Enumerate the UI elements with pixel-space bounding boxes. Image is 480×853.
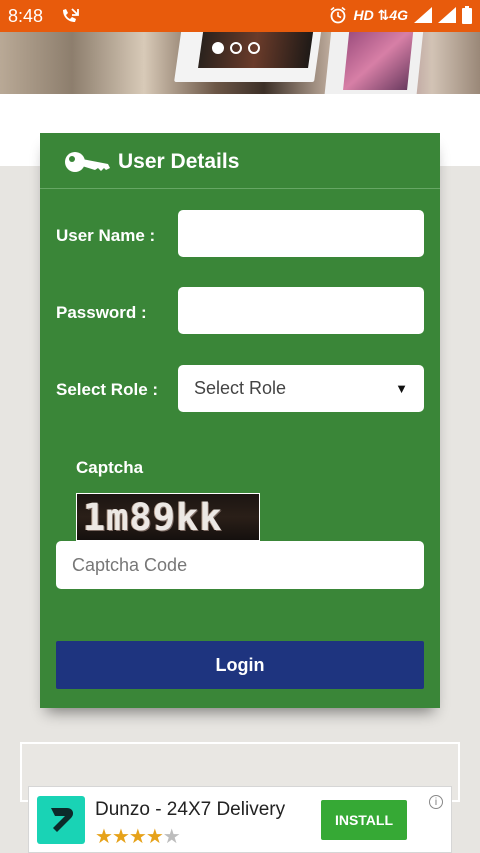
role-select-value: Select Role (194, 378, 287, 398)
info-icon[interactable]: i (429, 795, 443, 809)
rating-stars: ★★★★★ (95, 824, 181, 849)
captcha-code-placeholder: Captcha Code (72, 554, 188, 575)
banner-photo-frame (324, 32, 424, 94)
ad-banner[interactable]: Dunzo - 24X7 Delivery ★★★★★ INSTALL i (28, 786, 452, 853)
user-details-panel: User Details User Name : Password : Sele… (40, 133, 440, 708)
banner-photo-frame (174, 32, 322, 82)
carousel-dot-active[interactable] (212, 42, 224, 54)
star-icon: ★ (145, 826, 164, 848)
install-button[interactable]: INSTALL (321, 800, 407, 840)
star-icon: ★ (128, 826, 147, 848)
app-logo-icon (51, 808, 74, 832)
signal-icon (414, 7, 432, 23)
captcha-text: 1m89kk (83, 495, 223, 539)
battery-icon (462, 6, 472, 24)
signal-icon (438, 7, 456, 23)
captcha-image: 1m89kk (76, 493, 260, 541)
role-select[interactable]: Select Role ▼ (178, 365, 424, 412)
alarm-icon (330, 6, 346, 24)
password-label: Password : (56, 303, 147, 322)
carousel-dot[interactable] (230, 42, 242, 54)
star-icon: ★ (111, 826, 130, 848)
banner-carousel[interactable] (0, 32, 480, 94)
status-bar: 8:48 HD ⇅4G (0, 0, 480, 32)
network-label: HD ⇅4G (353, 6, 408, 23)
login-button[interactable]: Login (56, 641, 424, 689)
carousel-indicators (212, 42, 260, 54)
dunzo-logo (37, 796, 85, 844)
captcha-label: Captcha (76, 458, 144, 477)
key-icon (65, 152, 110, 172)
star-empty-icon: ★ (162, 826, 181, 848)
carousel-dot[interactable] (248, 42, 260, 54)
password-input[interactable] (178, 287, 424, 334)
username-label: User Name : (56, 226, 156, 245)
clock: 8:48 (8, 6, 44, 26)
status-icons: HD ⇅4G (329, 6, 472, 24)
dropdown-arrow-icon: ▼ (395, 381, 408, 396)
panel-title: User Details (118, 150, 240, 173)
panel-header: User Details (40, 133, 440, 189)
username-input[interactable] (178, 210, 424, 257)
role-label: Select Role : (56, 380, 159, 399)
ad-app-name: Dunzo - 24X7 Delivery (95, 799, 286, 820)
star-icon: ★ (95, 826, 113, 848)
captcha-code-input[interactable]: Captcha Code (56, 541, 424, 589)
missed-call-icon (63, 8, 79, 22)
